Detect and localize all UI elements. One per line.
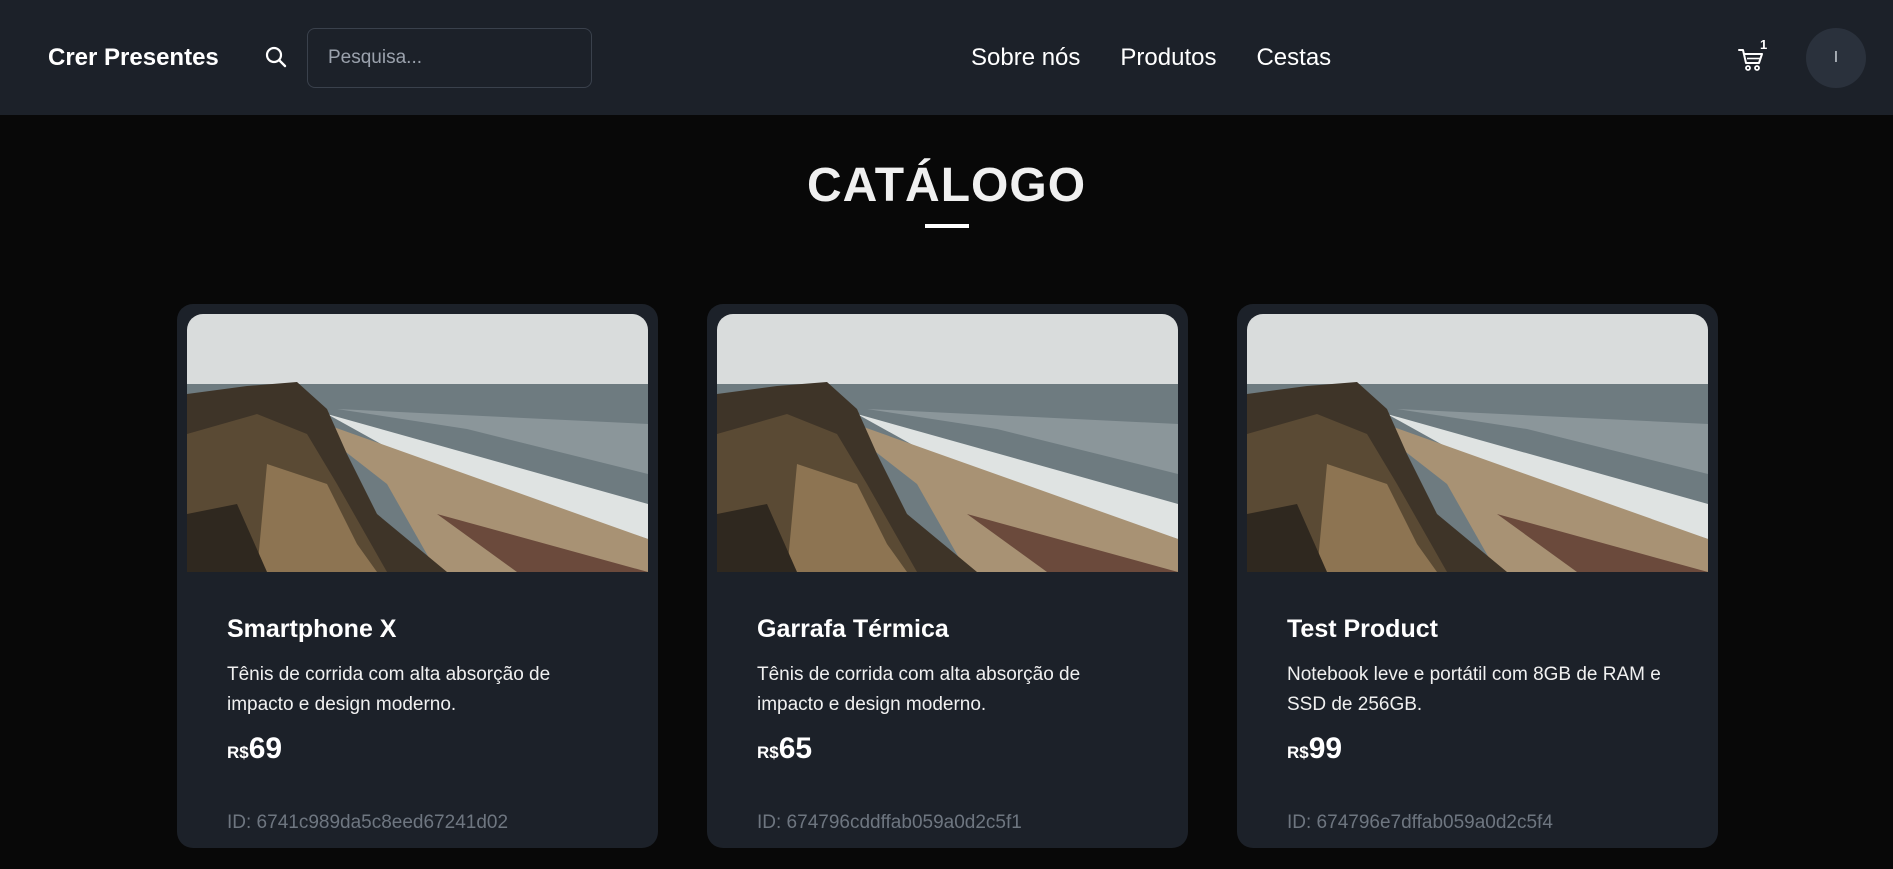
product-image[interactable] <box>187 314 648 572</box>
product-price: R$ 69 <box>227 732 282 766</box>
product-id: ID: 6741c989da5c8eed67241d02 <box>227 812 509 833</box>
page-title: CATÁLOGO <box>806 159 1087 212</box>
product-image[interactable] <box>1247 314 1708 572</box>
product-card[interactable]: Smartphone X Tênis de corrida com alta a… <box>177 304 658 848</box>
product-price: R$ 65 <box>757 732 812 766</box>
price-value: 99 <box>1308 732 1343 765</box>
product-id: ID: 674796e7dffab059a0d2c5f4 <box>1287 812 1553 833</box>
price-value: 65 <box>778 732 813 765</box>
product-name[interactable]: Garrafa Térmica <box>757 615 949 644</box>
price-currency: R$ <box>757 743 779 762</box>
brand-logo[interactable]: Crer Presentes <box>48 0 219 115</box>
product-card[interactable]: Test Product Notebook leve e portátil co… <box>1237 304 1718 848</box>
main-nav: Sobre nós Produtos Cestas <box>971 0 1331 115</box>
cart-count-badge: 1 <box>1760 37 1768 52</box>
user-avatar[interactable]: I <box>1806 28 1866 88</box>
product-description: Tênis de corrida com alta absorção de im… <box>227 664 551 715</box>
nav-link-cestas[interactable]: Cestas <box>1256 44 1331 72</box>
price-value: 69 <box>248 732 283 765</box>
product-name[interactable]: Test Product <box>1287 615 1438 644</box>
product-card[interactable]: Garrafa Térmica Tênis de corrida com alt… <box>707 304 1188 848</box>
product-id: ID: 674796cddffab059a0d2c5f1 <box>757 812 1022 833</box>
product-description: Tênis de corrida com alta absorção de im… <box>757 664 1081 715</box>
title-underline <box>925 224 969 228</box>
nav-link-sobre-nos[interactable]: Sobre nós <box>971 44 1080 72</box>
navbar: Crer Presentes Sobre nós Produtos Cestas… <box>0 0 1893 115</box>
search-icon[interactable] <box>262 43 290 71</box>
price-currency: R$ <box>1287 743 1309 762</box>
product-image[interactable] <box>717 314 1178 572</box>
product-description: Notebook leve e portátil com 8GB de RAM … <box>1287 664 1661 715</box>
price-currency: R$ <box>227 743 249 762</box>
product-price: R$ 99 <box>1287 732 1342 766</box>
search-input[interactable] <box>307 28 592 88</box>
product-name[interactable]: Smartphone X <box>227 615 396 644</box>
nav-link-produtos[interactable]: Produtos <box>1120 44 1216 72</box>
